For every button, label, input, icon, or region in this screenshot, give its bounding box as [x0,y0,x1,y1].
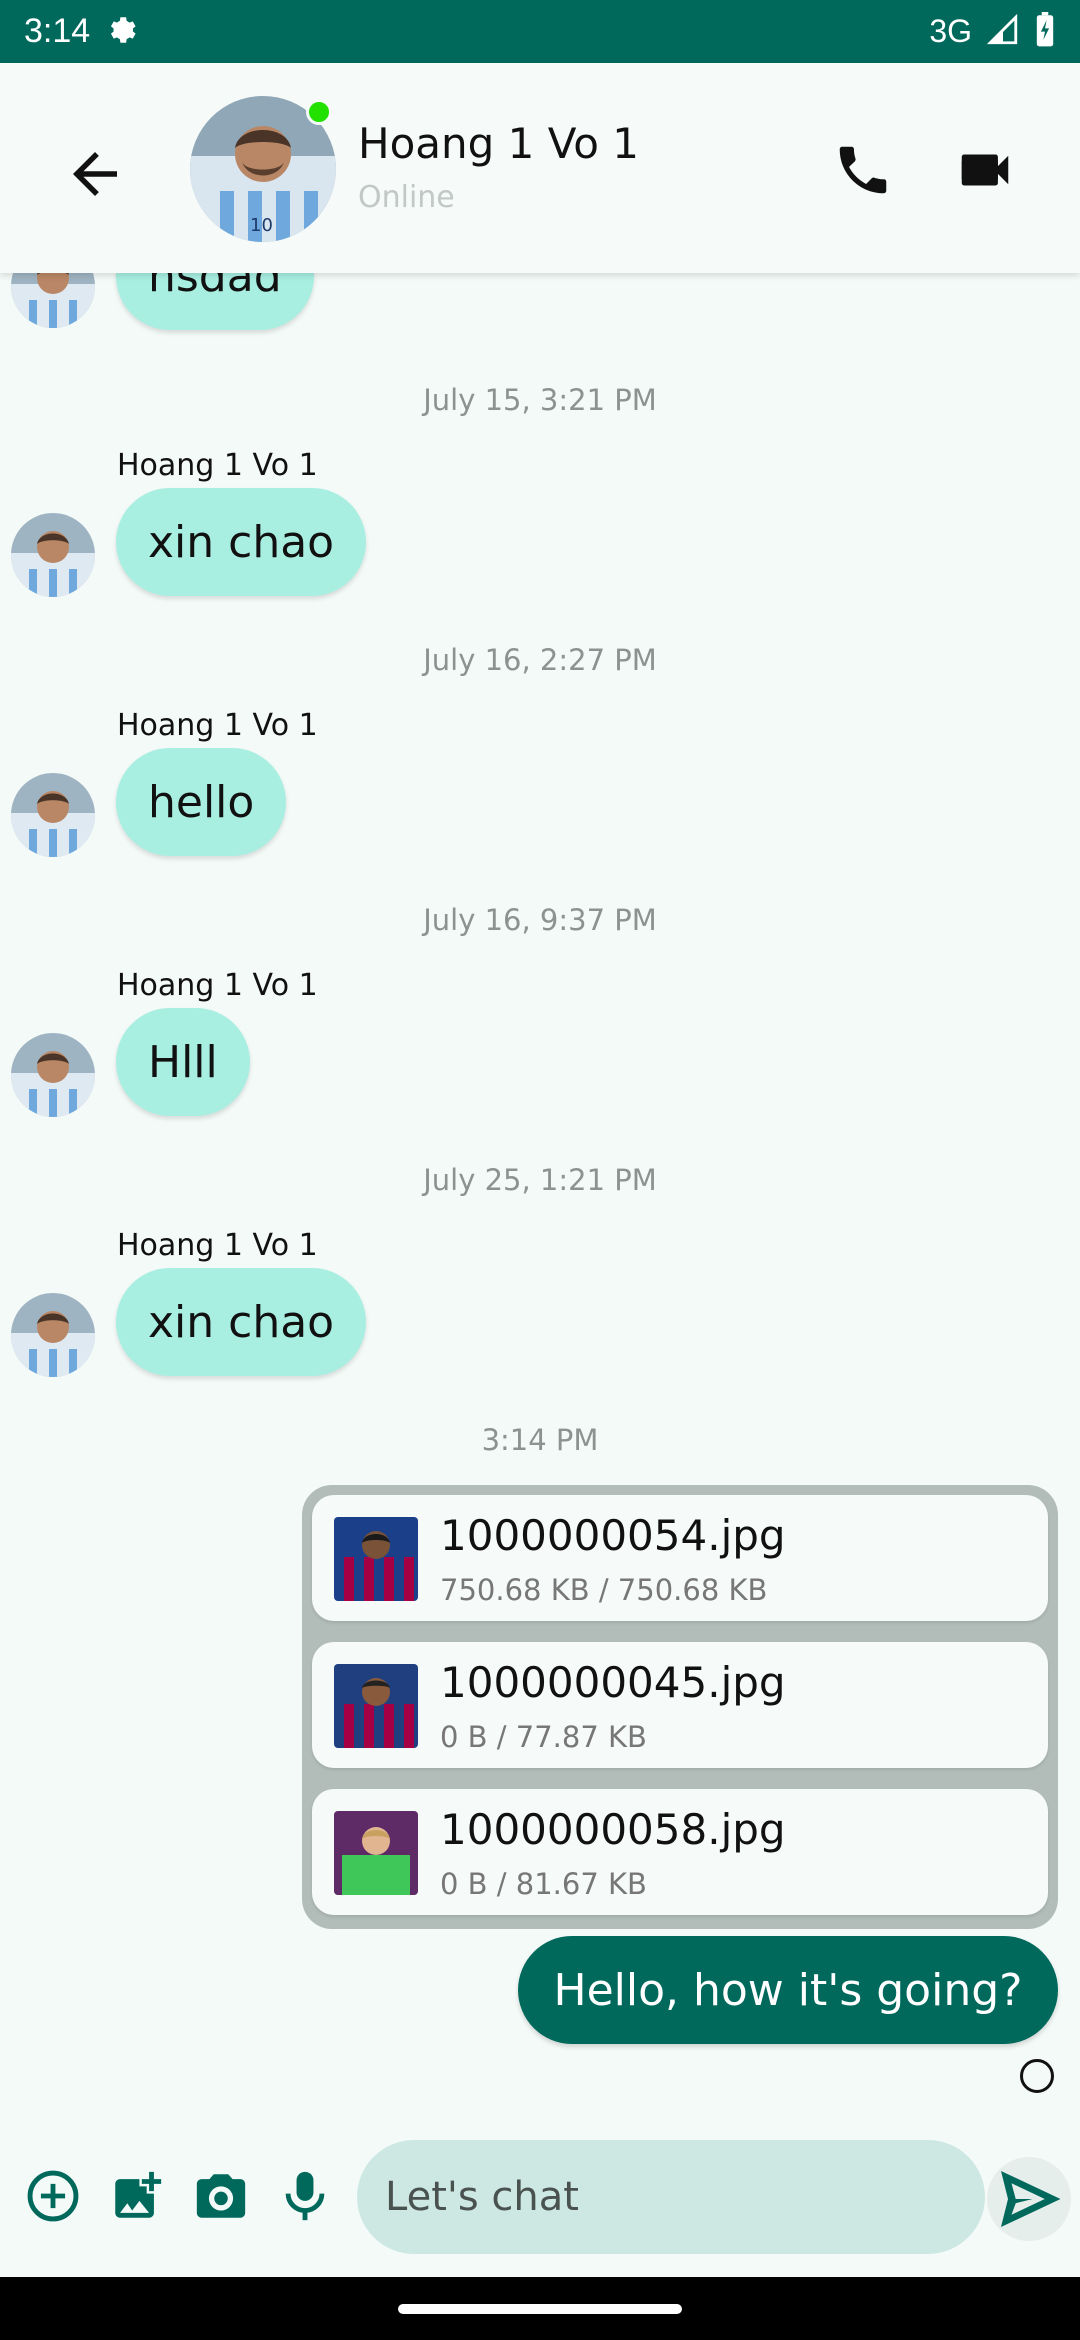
arrow-left-icon [73,152,117,196]
message-input-bar [0,2113,1080,2277]
message-text: xin chao [148,516,335,568]
date-separator: July 15, 3:21 PM [423,383,657,417]
video-camera-icon [961,154,1009,186]
file-name: 1000000045.jpg [440,1658,786,1707]
status-bar: 3:14 3G [0,0,1080,63]
camera-icon [196,2174,246,2218]
microphone-icon [285,2171,325,2221]
message-status-icon [1020,2059,1054,2093]
sender-name: Hoang 1 Vo 1 [117,708,318,743]
message-text: xin chao [148,1296,335,1348]
send-button[interactable] [987,2157,1071,2241]
network-type: 3G [929,13,972,49]
message-text: Hlll [148,1036,218,1088]
incoming-message[interactable]: Hlll [116,1008,250,1116]
camera-button[interactable] [192,2167,250,2225]
sender-name: Hoang 1 Vo 1 [117,448,318,483]
sender-name: Hoang 1 Vo 1 [117,1228,318,1263]
online-indicator [306,99,332,125]
file-size: 750.68 KB / 750.68 KB [440,1573,768,1607]
signal-icon [986,13,1020,51]
sender-name: Hoang 1 Vo 1 [117,968,318,1003]
file-size: 0 B / 81.67 KB [440,1867,647,1901]
file-thumbnail[interactable] [334,1517,418,1601]
chat-header: 10 Hoang 1 Vo 1 Online [0,63,1080,273]
sender-avatar[interactable] [11,1033,95,1117]
file-attachment-group: 1000000054.jpg 750.68 KB / 750.68 KB 100… [302,1485,1058,1929]
incoming-message[interactable]: xin chao [116,1268,367,1376]
outgoing-message[interactable]: Hello, how it's going? [518,1936,1058,2044]
file-name: 1000000058.jpg [440,1805,786,1854]
back-button[interactable] [62,141,128,207]
system-nav-bar [0,2277,1080,2340]
date-separator: July 25, 1:21 PM [423,1163,657,1197]
chat-screen: 3:14 3G 10 Hoang 1 Vo 1 Online hsdad Jul… [0,0,1080,2340]
add-attachment-button[interactable] [24,2167,82,2225]
video-call-button[interactable] [952,139,1018,201]
sender-avatar[interactable] [11,773,95,857]
incoming-message[interactable]: xin chao [116,488,367,596]
sender-avatar[interactable] [11,513,95,597]
file-attachment[interactable]: 1000000054.jpg 750.68 KB / 750.68 KB [312,1495,1048,1621]
voice-call-button[interactable] [832,139,894,201]
file-thumbnail[interactable] [334,1811,418,1895]
add-photo-icon [115,2171,162,2218]
home-gesture-handle[interactable] [398,2304,682,2314]
gallery-button[interactable] [108,2167,166,2225]
plus-circle-icon [27,2170,79,2222]
file-name: 1000000054.jpg [440,1511,786,1560]
message-text: Hello, how it's going? [553,1964,1023,2016]
date-separator: July 16, 9:37 PM [423,903,657,937]
battery-charging-icon [1034,11,1056,52]
send-icon [1001,2171,1061,2227]
file-thumbnail[interactable] [334,1664,418,1748]
date-separator: 3:14 PM [481,1423,599,1457]
message-input[interactable] [357,2140,985,2254]
voice-record-button[interactable] [276,2167,334,2225]
phone-icon [839,146,887,194]
contact-name[interactable]: Hoang 1 Vo 1 [358,119,639,168]
file-attachment[interactable]: 1000000045.jpg 0 B / 77.87 KB [312,1642,1048,1768]
date-separator: July 16, 2:27 PM [423,643,657,677]
message-text: hello [148,776,255,828]
file-size: 0 B / 77.87 KB [440,1720,647,1754]
status-time: 3:14 [24,12,91,50]
settings-gear-icon [104,13,138,51]
file-attachment[interactable]: 1000000058.jpg 0 B / 81.67 KB [312,1789,1048,1915]
incoming-message[interactable]: hello [116,748,287,856]
svg-text:10: 10 [250,215,273,236]
sender-avatar[interactable] [11,1293,95,1377]
message-list[interactable]: hsdad July 15, 3:21 PM Hoang 1 Vo 1 xin … [0,222,1080,2113]
contact-status: Online [358,180,455,215]
